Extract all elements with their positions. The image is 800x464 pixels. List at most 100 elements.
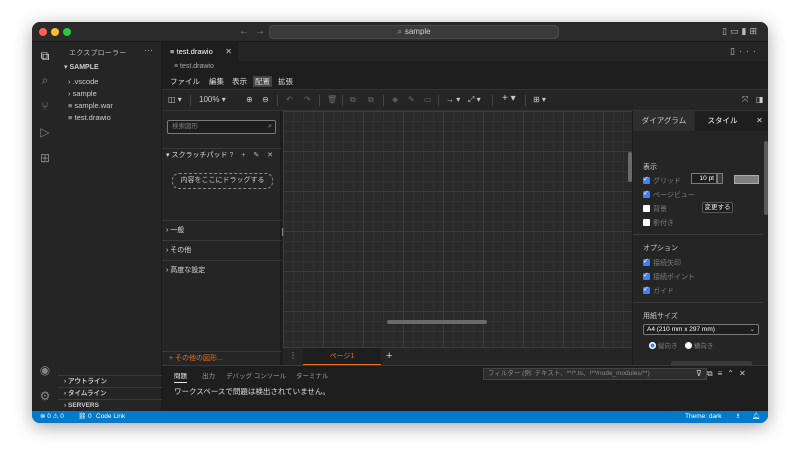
servers-section[interactable]: › SERVERS [58, 399, 162, 411]
tab-terminal[interactable]: ターミナル [296, 370, 329, 380]
guides-checkbox[interactable]: ガイド [643, 285, 674, 296]
more-shapes-button[interactable]: + その他の図形... [162, 351, 281, 365]
file-icon: ≡ [68, 101, 73, 110]
scratchpad-header[interactable]: ▾ スクラッチパッド ? + ✎ ✕ [162, 148, 281, 162]
background-checkbox[interactable]: 背景 [643, 204, 667, 214]
table-icon[interactable]: ⊞ ▾ [533, 95, 546, 104]
tab-style[interactable]: スタイル [695, 111, 750, 131]
drawio-toolbar: ◫ ▾ 100% ▾ ⊕ ⊖ ↶ ↷ 🗑 ⧉ ⧉ ◈ ✎ ▭ → ▾ ⤢ ▾ +… [162, 89, 768, 111]
shadow-icon[interactable]: ▭ [424, 95, 432, 104]
source-control-icon[interactable]: ⑂ [37, 98, 53, 114]
page-menu-icon[interactable]: ⋮ [289, 351, 297, 360]
menu-arrange[interactable]: 配置 [253, 76, 272, 87]
page-view-checkbox[interactable]: ページビュー [643, 189, 695, 200]
tree-root[interactable]: ▾ SAMPLE [64, 63, 99, 71]
landscape-radio[interactable]: 横向き [684, 342, 713, 350]
portrait-radio[interactable]: 縦向き [649, 342, 678, 350]
nav-back-forward-icon[interactable]: ←→ [239, 26, 271, 37]
menu-edit[interactable]: 編集 [207, 76, 226, 87]
format-toggle-icon[interactable]: ◨ [756, 95, 764, 104]
timeline-section[interactable]: › タイムライン [58, 387, 162, 399]
waypoints-icon[interactable]: ⤢ ▾ [468, 95, 481, 105]
scratchpad-drop-zone[interactable]: 内容をここにドラッグする [172, 173, 273, 189]
minimize-window-button[interactable] [51, 28, 59, 36]
account-icon[interactable]: ◉ [37, 362, 53, 378]
tab-test-drawio[interactable]: ≡ test.drawio ✕ [162, 42, 238, 61]
add-page-icon[interactable]: + [386, 350, 392, 362]
close-icon[interactable]: ✕ [750, 111, 768, 131]
grid-size-stepper[interactable] [717, 173, 723, 184]
canvas-horizontal-scrollbar[interactable] [387, 320, 487, 324]
tree-item-test-drawio[interactable]: ≡ test.drawio [68, 113, 111, 122]
page-tab-1[interactable]: ページ1 [303, 348, 381, 366]
scratchpad-tools-icons[interactable]: ? + ✎ ✕ [229, 149, 276, 163]
menu-view[interactable]: 表示 [230, 76, 249, 87]
tab-debug-console[interactable]: デバッグ コンソール [226, 370, 286, 380]
close-window-button[interactable] [39, 28, 47, 36]
change-background-button[interactable]: 変更する [702, 202, 733, 213]
accounts-icon[interactable]: ♗ [735, 411, 741, 423]
command-center[interactable]: ⌕ sample [269, 25, 559, 39]
shape-search-input[interactable]: 検索図形 ⌕ [167, 120, 276, 134]
run-debug-icon[interactable]: ▷ [37, 124, 53, 140]
connection-icon[interactable]: → ▾ [446, 95, 460, 104]
maximize-window-button[interactable] [63, 28, 71, 36]
fill-color-icon[interactable]: ◈ [392, 95, 398, 104]
tree-item-sample[interactable]: › sample [68, 89, 97, 98]
ports-status[interactable]: ⛓ 0 [78, 411, 92, 423]
problems-status[interactable]: ⊗ 0 ⚠ 0 [40, 411, 64, 423]
zoom-select[interactable]: 100% ▾ [199, 95, 226, 104]
fullscreen-icon[interactable]: ⤧ [742, 95, 748, 105]
paper-size-select[interactable]: A4 (210 mm x 297 mm) ⌄ [643, 324, 759, 335]
grid-size-input[interactable]: 10 pt [691, 173, 717, 184]
outline-section[interactable]: › アウトライン [58, 375, 162, 387]
format-scrollbar[interactable] [764, 141, 768, 215]
gear-icon[interactable]: ⚙ [37, 388, 53, 404]
search-icon[interactable]: ⌕ [37, 72, 53, 88]
grid-color-swatch[interactable] [734, 175, 759, 184]
shadow-checkbox[interactable]: 影付き [643, 218, 674, 228]
shape-section-misc[interactable]: › その他 [162, 240, 281, 259]
explorer-icon[interactable]: ⧉ [37, 48, 53, 64]
zoom-in-icon[interactable]: ⊕ [246, 95, 253, 104]
file-icon: ≡ [68, 113, 73, 122]
tree-item-sample-war[interactable]: ≡ sample.war [68, 101, 113, 110]
sidebar-toggle-icon[interactable]: ◫ ▾ [168, 95, 182, 104]
line-color-icon[interactable]: ✎ [408, 95, 415, 104]
tab-problems[interactable]: 問題 [174, 370, 187, 383]
tab-output[interactable]: 出力 [202, 370, 215, 380]
bell-icon[interactable]: 🔔︎ [752, 411, 760, 423]
tree-item-vscode[interactable]: › .vscode [68, 77, 98, 86]
connection-arrows-checkbox[interactable]: 接続矢印 [643, 257, 681, 268]
connection-points-checkbox[interactable]: 接続ポイント [643, 271, 695, 282]
delete-icon[interactable]: 🗑 [327, 95, 337, 104]
menu-file[interactable]: ファイル [168, 76, 202, 87]
to-back-icon[interactable]: ⧉ [368, 95, 374, 105]
shape-section-advanced[interactable]: › 高度な設定 [162, 260, 281, 279]
page-tab-bar: ⋮ ページ1 + [283, 347, 632, 366]
to-front-icon[interactable]: ⧉ [350, 95, 356, 105]
editor-actions-icons[interactable]: ▯··· [730, 46, 760, 57]
tab-diagram[interactable]: ダイアグラム [633, 111, 695, 131]
status-bar: ⊗ 0 ⚠ 0 ⛓ 0 Code Link Theme: dark ♗ 🔔︎ [32, 411, 768, 423]
breadcrumb[interactable]: ≡ test.drawio [162, 61, 768, 73]
extensions-icon[interactable]: ⊞ [37, 150, 53, 166]
redo-icon[interactable]: ↷ [304, 95, 311, 104]
undo-icon[interactable]: ↶ [286, 95, 293, 104]
close-tab-icon[interactable]: ✕ [225, 42, 232, 61]
search-icon: ⌕ [268, 123, 272, 130]
zoom-out-icon[interactable]: ⊖ [262, 95, 269, 104]
panel-actions-icons[interactable]: ⊽⧉≡⌃✕ [696, 369, 751, 379]
theme-status[interactable]: Theme: dark [685, 411, 722, 423]
activity-bar: ⧉ ⌕ ⑂ ▷ ⊞ ◉ ⚙ [32, 42, 58, 411]
menu-extras[interactable]: 拡張 [276, 76, 295, 87]
more-actions-icon[interactable]: ··· [144, 45, 153, 55]
insert-icon[interactable]: + ▾ [502, 93, 516, 104]
problems-message: ワークスペースで問題は検出されていません。 [174, 387, 330, 396]
shape-section-general[interactable]: › 一般 [162, 220, 281, 239]
problems-filter-input[interactable]: フィルター (例: テキスト、**/*.ts、!**/node_modules/… [483, 368, 707, 380]
grid-checkbox[interactable]: グリッド [643, 175, 681, 186]
diagram-canvas[interactable] [283, 111, 632, 347]
code-link-status[interactable]: Code Link [96, 411, 125, 423]
layout-toggle-icons[interactable]: ▯▭▮⊞ [722, 26, 760, 37]
